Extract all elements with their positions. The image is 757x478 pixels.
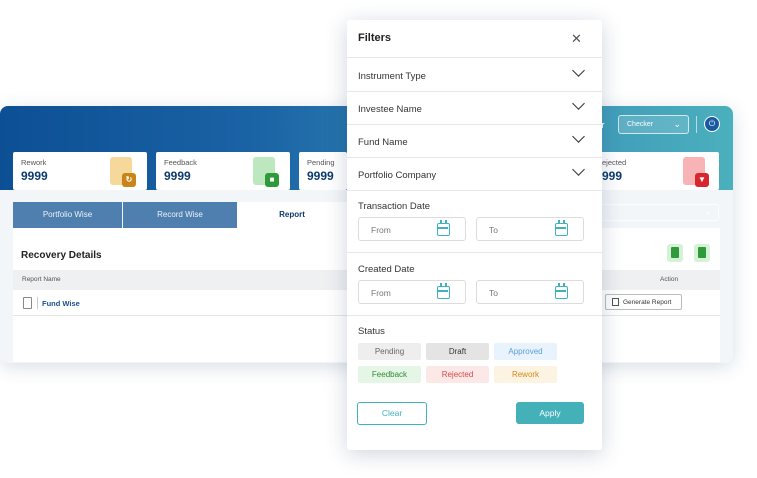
clear-button[interactable]: Clear [357, 402, 427, 425]
chevron-down-icon: ⌄ [673, 119, 681, 129]
stat-label: Feedback [164, 158, 197, 167]
modal-title: Filters [358, 32, 392, 44]
rejected-doc-icon: ▼ [683, 157, 709, 187]
stat-card-rejected[interactable]: ejected 999 ▼ [585, 152, 719, 190]
role-select-value: Checker [627, 121, 654, 128]
accordion-instrument-type[interactable]: Instrument Type [358, 60, 592, 92]
stat-value: 999 [602, 169, 623, 183]
accordion-fund-name[interactable]: Fund Name [358, 126, 592, 158]
created-date-to[interactable]: To [476, 280, 584, 304]
row-separator [37, 297, 38, 309]
divider [347, 157, 602, 158]
divider [347, 315, 602, 316]
document-icon [23, 297, 32, 309]
stat-value: 9999 [307, 169, 334, 183]
tab-portfolio-wise[interactable]: Portfolio Wise [13, 202, 122, 228]
placeholder-from: From [371, 288, 391, 298]
stat-card-feedback[interactable]: Feedback 9999 ■ [156, 152, 290, 190]
rework-doc-icon: ↻ [110, 157, 136, 187]
column-action: Action [660, 276, 679, 283]
status-chip-rework[interactable]: Rework [494, 366, 557, 383]
generate-report-button[interactable]: Generate Report [605, 294, 682, 310]
created-date-from[interactable]: From [358, 280, 466, 304]
placeholder-from: From [371, 225, 391, 235]
chevron-down-icon [572, 97, 585, 110]
header-divider [696, 116, 697, 133]
view-tabs: Portfolio Wise Record Wise Report [13, 202, 347, 228]
accordion-label: Investee Name [358, 104, 422, 115]
close-icon[interactable]: ✕ [571, 31, 582, 47]
tab-report[interactable]: Report [237, 202, 347, 228]
chevron-down-icon: ⌄ [704, 206, 712, 216]
transaction-date-to[interactable]: To [476, 217, 584, 241]
logout-power-icon[interactable]: ⏻ [704, 116, 720, 132]
placeholder-to: To [489, 225, 498, 235]
calendar-icon [437, 220, 450, 236]
tab-record-wise[interactable]: Record Wise [123, 202, 237, 228]
divider [347, 124, 602, 125]
column-report-name: Report Name [22, 276, 61, 283]
divider [347, 57, 602, 58]
report-icon [612, 298, 619, 306]
stat-label: Pending [307, 158, 335, 167]
calendar-icon [555, 283, 568, 299]
status-chip-approved[interactable]: Approved [494, 343, 557, 360]
transaction-date-label: Transaction Date [358, 201, 430, 212]
divider [347, 91, 602, 92]
status-chip-pending[interactable]: Pending [358, 343, 421, 360]
panel-title: Recovery Details [21, 250, 102, 261]
stat-value: 9999 [21, 169, 48, 183]
chevron-down-icon [572, 64, 585, 77]
created-date-label: Created Date [358, 264, 415, 275]
divider [347, 190, 602, 191]
accordion-portfolio-company[interactable]: Portfolio Company [358, 159, 592, 191]
stat-label: ejected [602, 158, 627, 167]
stat-label: Rework [21, 158, 47, 167]
status-chip-draft[interactable]: Draft [426, 343, 489, 360]
calendar-icon [555, 220, 568, 236]
stat-card-pending[interactable]: Pending 9999 [299, 152, 347, 190]
stat-card-rework[interactable]: Rework 9999 ↻ [13, 152, 147, 190]
transaction-date-from[interactable]: From [358, 217, 466, 241]
status-label: Status [358, 326, 385, 337]
accordion-label: Fund Name [358, 137, 408, 148]
download-icon[interactable] [694, 244, 710, 262]
role-select[interactable]: Checker ⌄ [618, 115, 689, 134]
chevron-down-icon [572, 163, 585, 176]
divider [347, 252, 602, 253]
stat-value: 9999 [164, 169, 191, 183]
filters-modal: Filters ✕ Instrument Type Investee Name … [347, 20, 602, 450]
calendar-icon [437, 283, 450, 299]
report-type-select[interactable]: ⌄ [585, 204, 719, 221]
apply-button[interactable]: Apply [516, 402, 584, 424]
placeholder-to: To [489, 288, 498, 298]
accordion-label: Portfolio Company [358, 170, 437, 181]
status-chip-feedback[interactable]: Feedback [358, 366, 421, 383]
feedback-doc-icon: ■ [253, 157, 279, 187]
excel-export-icon[interactable] [667, 244, 683, 262]
status-chip-rejected[interactable]: Rejected [426, 366, 489, 383]
stage: ar Checker ⌄ ⏻ Rework 9999 ↻ Feedback 99… [0, 0, 757, 478]
report-name-link[interactable]: Fund Wise [42, 299, 80, 308]
generate-report-label: Generate Report [623, 299, 672, 306]
accordion-investee-name[interactable]: Investee Name [358, 93, 592, 125]
accordion-label: Instrument Type [358, 71, 426, 82]
chevron-down-icon [572, 130, 585, 143]
